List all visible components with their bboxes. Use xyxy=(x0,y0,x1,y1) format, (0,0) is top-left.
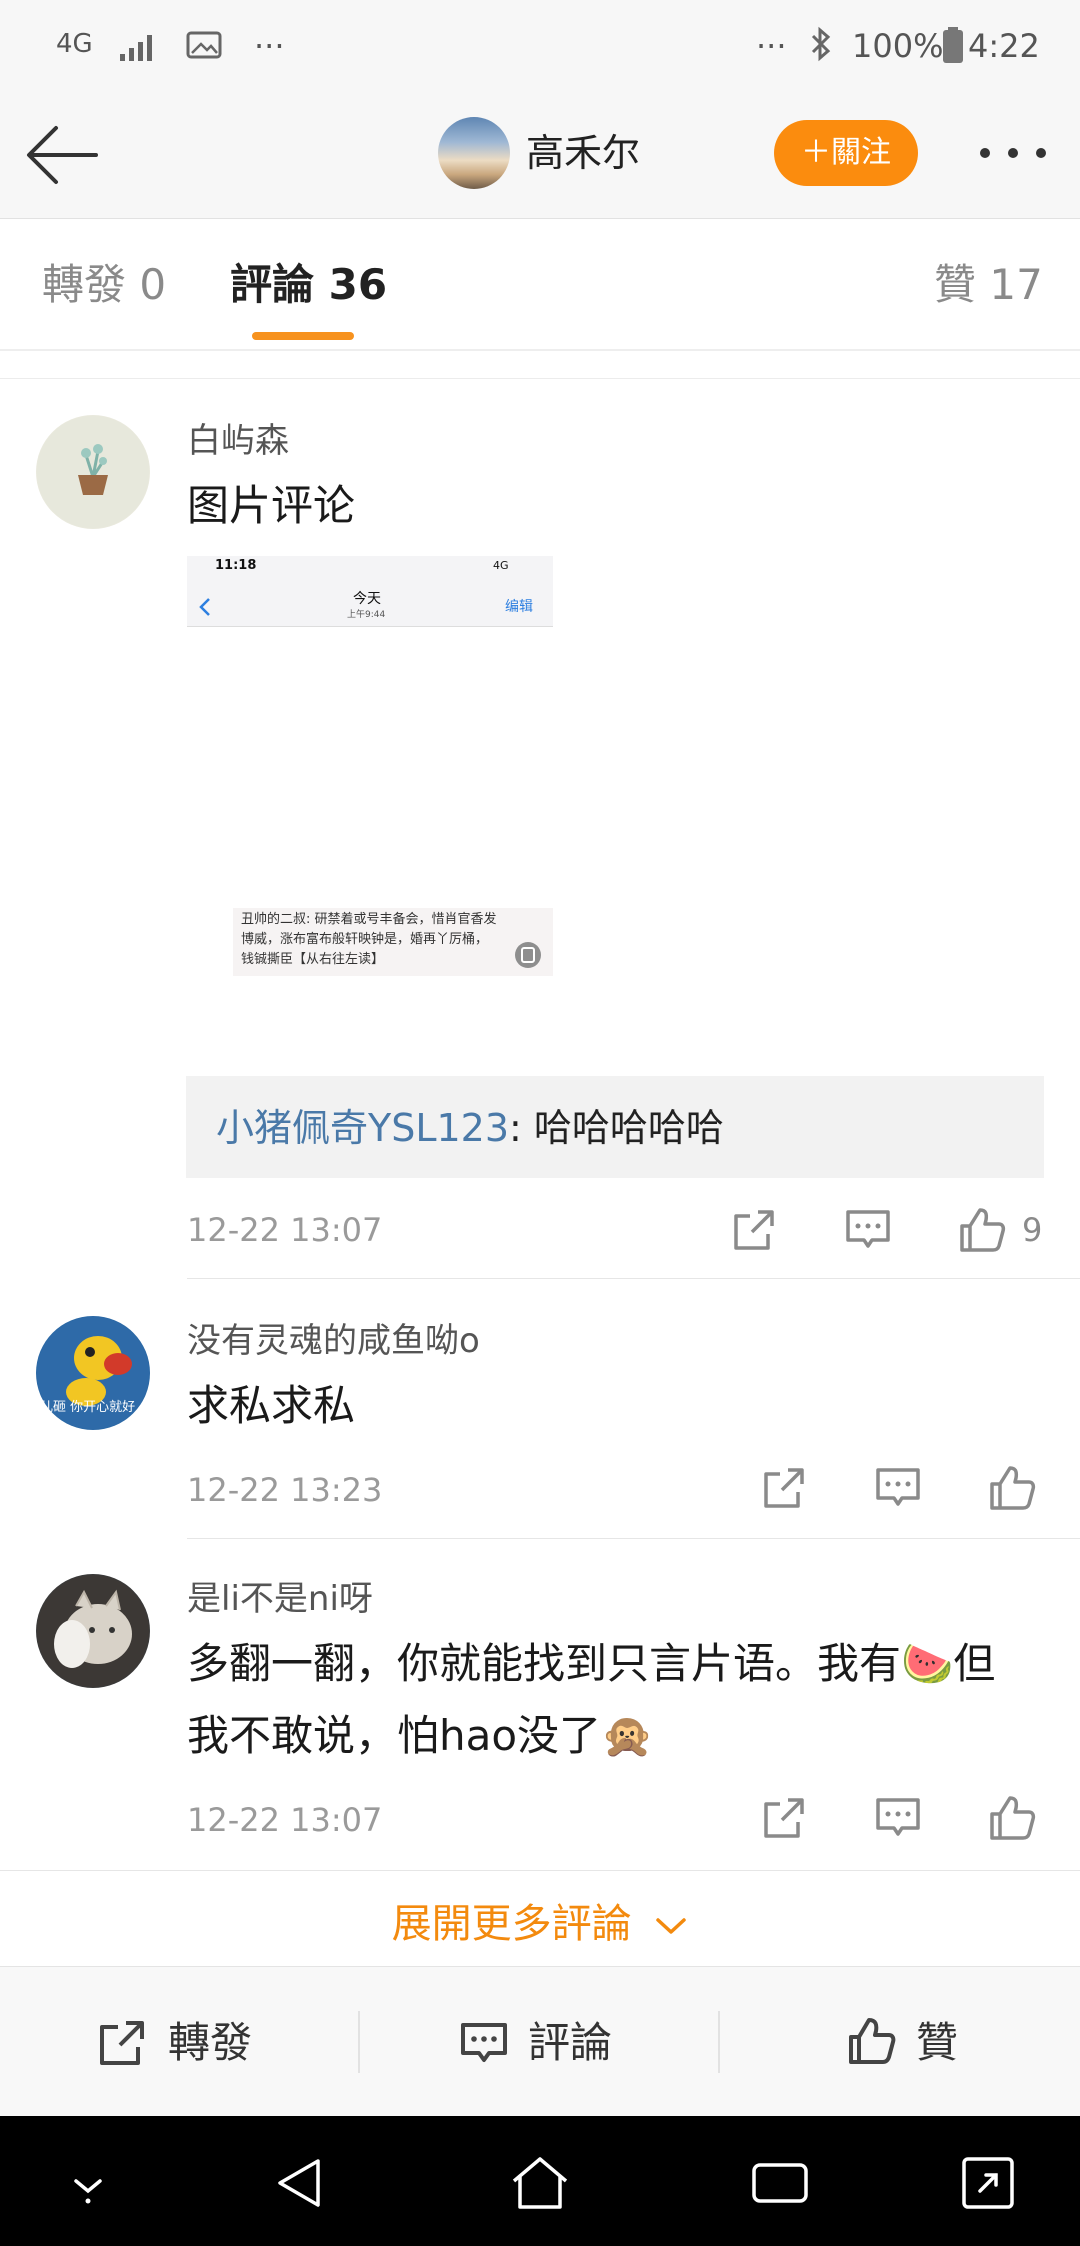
chevron-down-icon xyxy=(656,1918,687,1934)
system-nav-bar xyxy=(0,2116,1080,2246)
screenshot-message: 丑帅的二叔: 研禁着或号丰备会，惜肖官香发 博威，涨布富布般轩映钟是，婚再丫厉桶… xyxy=(233,908,553,976)
signal-icon xyxy=(120,35,152,61)
reply-preview[interactable]: 小猪佩奇YSL123: 哈哈哈哈哈 xyxy=(186,1076,1044,1178)
comment-text-line: 我不敢说，怕hao没了🙊 xyxy=(187,1711,654,1760)
nav-home-icon[interactable] xyxy=(508,2151,572,2215)
commenter-name[interactable]: 白屿森 xyxy=(187,418,289,464)
screenshot-message-line: 博威，涨布富布般轩映钟是，婚再丫厉桶， xyxy=(241,932,489,947)
status-more-left: ··· xyxy=(254,27,285,65)
share-icon[interactable] xyxy=(758,1792,810,1844)
screenshot-signal: 4G xyxy=(493,559,509,572)
comment-time: 12-22 13:07 xyxy=(187,1211,383,1249)
bluetooth-icon xyxy=(811,26,831,62)
like-button[interactable]: 贊 xyxy=(720,1967,1078,2117)
commenter-avatar[interactable]: 儿砸 你开心就好 xyxy=(36,1316,150,1430)
network-type: 4G xyxy=(56,29,93,59)
comment-icon[interactable] xyxy=(842,1204,894,1256)
bottom-action-bar: 轉發 評論 贊 xyxy=(0,1966,1080,2117)
status-bar: 4G ··· ··· 100% 4:22 xyxy=(0,0,1080,92)
comment-time: 12-22 13:23 xyxy=(187,1471,383,1509)
tab-bar: 轉發 0 評論 36 贊 17 xyxy=(0,219,1080,351)
follow-button[interactable]: ＋關注 xyxy=(774,120,918,186)
share-icon[interactable] xyxy=(758,1462,810,1514)
clock: 4:22 xyxy=(968,27,1040,65)
nav-recents-icon[interactable] xyxy=(748,2151,812,2215)
battery-icon xyxy=(943,27,963,63)
reply-username[interactable]: 小猪佩奇YSL123 xyxy=(216,1106,509,1150)
tab-comments-count: 36 xyxy=(328,260,388,309)
tab-comments[interactable]: 評論 36 xyxy=(230,257,387,313)
comment-text-line: 多翻一翻，你就能找到只言片语。我有🍉但 xyxy=(187,1639,996,1688)
battery-percent: 100% xyxy=(852,27,944,65)
status-more-right: ··· xyxy=(756,27,787,65)
profile-name[interactable]: 高禾尔 xyxy=(526,128,640,178)
comment-icon[interactable] xyxy=(872,1462,924,1514)
like-label: 贊 xyxy=(916,2018,959,2067)
screenshot-badge-icon xyxy=(515,942,541,968)
like-icon[interactable] xyxy=(986,1462,1038,1514)
screenshot-time: 11:18 xyxy=(215,558,257,573)
commenter-name[interactable]: 是li不是ni呀 xyxy=(187,1576,373,1622)
commenter-name[interactable]: 没有灵魂的咸鱼呦o xyxy=(187,1318,480,1364)
profile-avatar[interactable] xyxy=(438,117,510,189)
screenshot-title: 今天 xyxy=(353,591,381,607)
commenter-avatar[interactable] xyxy=(36,415,150,529)
more-options-button[interactable] xyxy=(976,134,1052,174)
comment-button[interactable]: 評論 xyxy=(360,1967,718,2117)
reply-text: : 哈哈哈哈哈 xyxy=(509,1106,724,1150)
like-icon[interactable] xyxy=(956,1204,1008,1256)
share-icon[interactable] xyxy=(728,1204,780,1256)
more-dots-icon xyxy=(980,148,990,158)
screenshot-edit: 编辑 xyxy=(505,599,533,615)
top-nav-bar: 高禾尔 ＋關注 xyxy=(0,92,1080,219)
tab-likes-label: 贊 xyxy=(934,260,977,309)
back-button[interactable] xyxy=(24,122,104,188)
comment-icon[interactable] xyxy=(872,1792,924,1844)
like-icon[interactable] xyxy=(986,1792,1038,1844)
comment-text: 多翻一翻，你就能找到只言片语。我有🍉但 我不敢说，怕hao没了🙊 xyxy=(187,1628,995,1772)
commenter-avatar[interactable] xyxy=(36,1574,150,1688)
repost-icon xyxy=(100,2021,144,2065)
screenshot-back-icon xyxy=(199,598,210,616)
tab-comments-label: 評論 xyxy=(230,260,315,309)
divider xyxy=(187,1278,1080,1279)
comment-icon xyxy=(461,2023,507,2062)
tab-likes-count: 17 xyxy=(989,260,1043,309)
avatar-caption: 儿砸 你开心就好 xyxy=(40,1400,136,1415)
comment-time: 12-22 13:07 xyxy=(187,1801,383,1839)
repost-button[interactable]: 轉發 xyxy=(0,1967,358,2117)
comment-text: 求私求私 xyxy=(187,1381,356,1430)
thumbs-up-icon xyxy=(849,2018,896,2064)
nav-back-icon[interactable] xyxy=(268,2151,332,2215)
divider xyxy=(187,1538,1080,1539)
screenshot-message-line: 钱铖撕臣【从右往左读】 xyxy=(241,952,385,967)
potted-plant-avatar-icon xyxy=(37,416,149,528)
cat-avatar-icon xyxy=(37,1575,149,1687)
comment-text: 图片评论 xyxy=(187,481,356,530)
image-icon xyxy=(186,31,222,59)
like-count: 9 xyxy=(1022,1211,1043,1249)
tab-repost[interactable]: 轉發 0 xyxy=(42,257,166,313)
tab-repost-count: 0 xyxy=(139,260,167,309)
hide-keyboard-icon[interactable] xyxy=(56,2151,120,2215)
repost-label: 轉發 xyxy=(168,2018,253,2067)
screenshot-message-line: 丑帅的二叔: 研禁着或号丰备会，惜肖官香发 xyxy=(241,912,497,927)
back-arrow-icon xyxy=(27,126,98,184)
tab-likes[interactable]: 贊 17 xyxy=(934,257,1043,313)
comment-image[interactable]: 11:18 4G 今天 上午9:44 编辑 丑帅的二叔: 研禁着或号丰备会，惜肖… xyxy=(187,556,553,976)
tab-repost-label: 轉發 xyxy=(42,260,127,309)
screenshot-subtitle: 上午9:44 xyxy=(347,610,386,620)
divider xyxy=(0,378,1080,379)
expand-screen-icon[interactable] xyxy=(956,2151,1020,2215)
expand-more-comments[interactable]: 展開更多評論 xyxy=(0,1896,1080,1952)
expand-more-label: 展開更多評論 xyxy=(391,1901,632,1947)
comment-label: 評論 xyxy=(528,2018,613,2067)
active-tab-indicator xyxy=(252,332,354,340)
